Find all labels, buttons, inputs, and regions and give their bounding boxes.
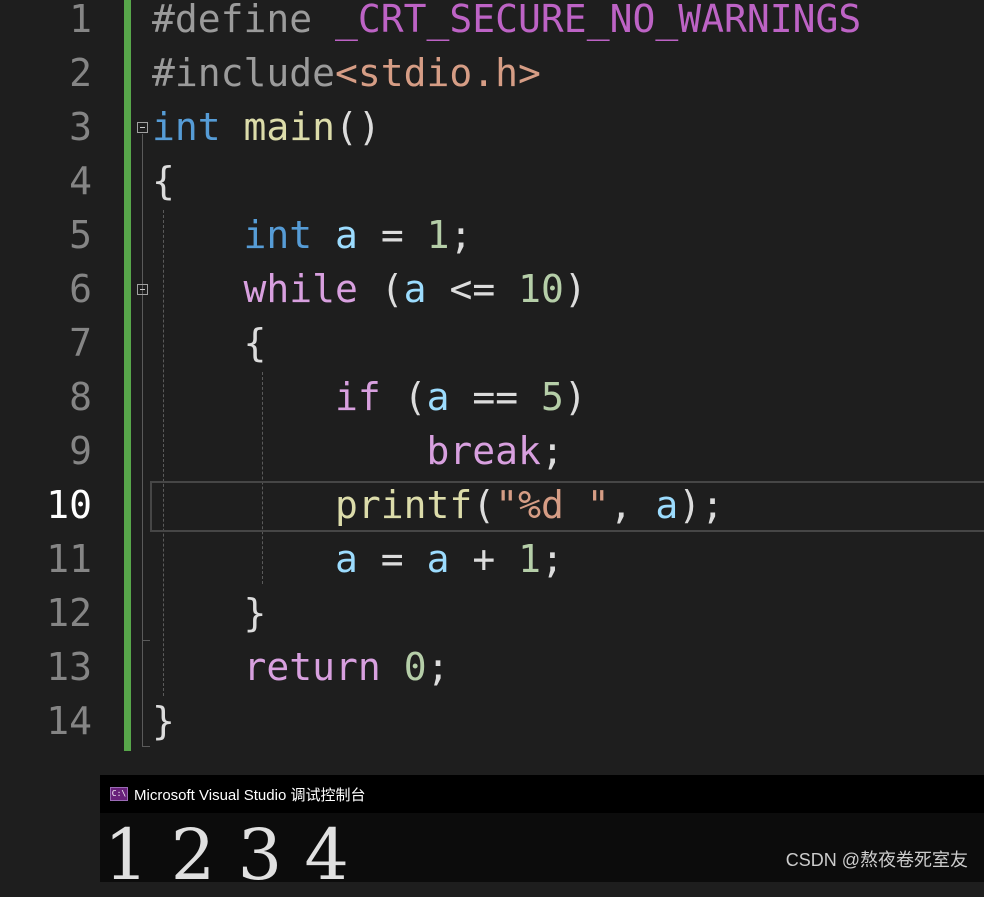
code-token: a bbox=[426, 537, 450, 581]
code-token: () bbox=[335, 105, 381, 149]
code-token: { bbox=[152, 321, 267, 365]
line-number: 13 bbox=[46, 645, 92, 689]
line-number: 9 bbox=[69, 429, 92, 473]
code-line[interactable]: a = a + 1; bbox=[152, 532, 564, 586]
code-token: == bbox=[449, 375, 541, 419]
code-token: main bbox=[243, 105, 336, 149]
code-line[interactable]: while (a <= 10) bbox=[152, 262, 587, 316]
code-line[interactable]: break; bbox=[152, 424, 564, 478]
code-token: a bbox=[655, 483, 679, 527]
code-token: <= bbox=[426, 267, 519, 311]
line-number: 14 bbox=[46, 699, 92, 743]
code-token: <stdio.h> bbox=[335, 51, 541, 95]
code-token: ; bbox=[540, 429, 564, 473]
code-line[interactable]: return 0; bbox=[152, 640, 450, 694]
code-line[interactable]: } bbox=[152, 586, 267, 640]
line-number: 11 bbox=[46, 537, 92, 581]
code-editor[interactable]: 1 2 3 4 5 6 7 8 9 10 11 12 13 14 #define _CRT_SECURE_… bbox=[0, 0, 984, 775]
code-token: = bbox=[357, 537, 427, 581]
code-token: ; bbox=[449, 213, 473, 257]
code-token: + bbox=[449, 537, 519, 581]
code-token: = bbox=[357, 213, 427, 257]
collapse-while-icon[interactable] bbox=[137, 284, 148, 295]
console-app-icon: C:\ bbox=[110, 787, 128, 801]
code-token: ) bbox=[563, 267, 587, 311]
code-line[interactable]: } bbox=[152, 694, 175, 748]
code-token: #define bbox=[152, 0, 336, 41]
code-token: printf bbox=[335, 483, 473, 527]
line-number: 1 bbox=[69, 0, 92, 41]
code-token: if bbox=[335, 375, 381, 419]
code-line[interactable]: #include<stdio.h> bbox=[152, 46, 541, 100]
line-number: 5 bbox=[69, 213, 92, 257]
code-token: while bbox=[243, 267, 358, 311]
code-line[interactable]: if (a == 5) bbox=[152, 370, 587, 424]
code-token: a bbox=[426, 375, 450, 419]
fold-end-while bbox=[142, 640, 150, 641]
code-line[interactable]: int main() bbox=[152, 100, 381, 154]
code-token: 0 bbox=[403, 645, 427, 689]
line-number: 4 bbox=[69, 159, 92, 203]
watermark: CSDN @熬夜卷死室友 bbox=[785, 850, 968, 870]
fold-end-main bbox=[142, 746, 150, 747]
code-token: break bbox=[426, 429, 541, 473]
change-tracking-bar bbox=[124, 0, 131, 751]
code-token: a bbox=[403, 267, 427, 311]
code-token: 1 bbox=[518, 537, 541, 581]
code-token: int bbox=[243, 213, 313, 257]
code-token: 5 bbox=[540, 375, 564, 419]
code-token: a bbox=[335, 213, 358, 257]
line-number: 3 bbox=[69, 105, 92, 149]
line-number: 8 bbox=[69, 375, 92, 419]
code-token: ; bbox=[540, 537, 564, 581]
code-line[interactable]: printf("%d ", a); bbox=[152, 478, 724, 532]
code-token: } bbox=[152, 591, 267, 635]
code-token: ; bbox=[426, 645, 450, 689]
code-token: ( bbox=[380, 375, 427, 419]
code-token: 1 bbox=[426, 213, 450, 257]
line-number: 6 bbox=[69, 267, 92, 311]
console-title: Microsoft Visual Studio 调试控制台 bbox=[134, 787, 366, 804]
code-token: #include bbox=[152, 51, 336, 95]
collapse-main-icon[interactable] bbox=[137, 122, 148, 133]
line-number: 2 bbox=[69, 51, 92, 95]
console-output: 1 2 3 4 bbox=[104, 814, 349, 896]
line-number: 12 bbox=[46, 591, 92, 635]
code-token: return bbox=[243, 645, 381, 689]
code-token: ( bbox=[357, 267, 404, 311]
code-token: { bbox=[152, 159, 175, 203]
code-token: 10 bbox=[518, 267, 564, 311]
code-token: ( bbox=[472, 483, 496, 527]
code-token: , bbox=[609, 483, 656, 527]
line-number: 7 bbox=[69, 321, 92, 365]
code-token: ) bbox=[563, 375, 587, 419]
code-token: a bbox=[335, 537, 358, 581]
code-token: int bbox=[152, 105, 221, 149]
line-number: 10 bbox=[46, 483, 92, 527]
code-token: ); bbox=[678, 483, 725, 527]
code-token: "%d " bbox=[495, 483, 610, 527]
code-line[interactable]: int a = 1; bbox=[152, 208, 473, 262]
code-line[interactable]: { bbox=[152, 154, 175, 208]
fold-region-main bbox=[142, 134, 143, 746]
code-token: _CRT_SECURE_NO_WARNINGS bbox=[335, 0, 862, 41]
console-titlebar[interactable]: C:\ Microsoft Visual Studio 调试控制台 bbox=[100, 775, 984, 813]
code-line[interactable]: #define _CRT_SECURE_NO_WARNINGS bbox=[152, 0, 861, 46]
code-token: } bbox=[152, 699, 175, 743]
code-line[interactable]: { bbox=[152, 316, 267, 370]
